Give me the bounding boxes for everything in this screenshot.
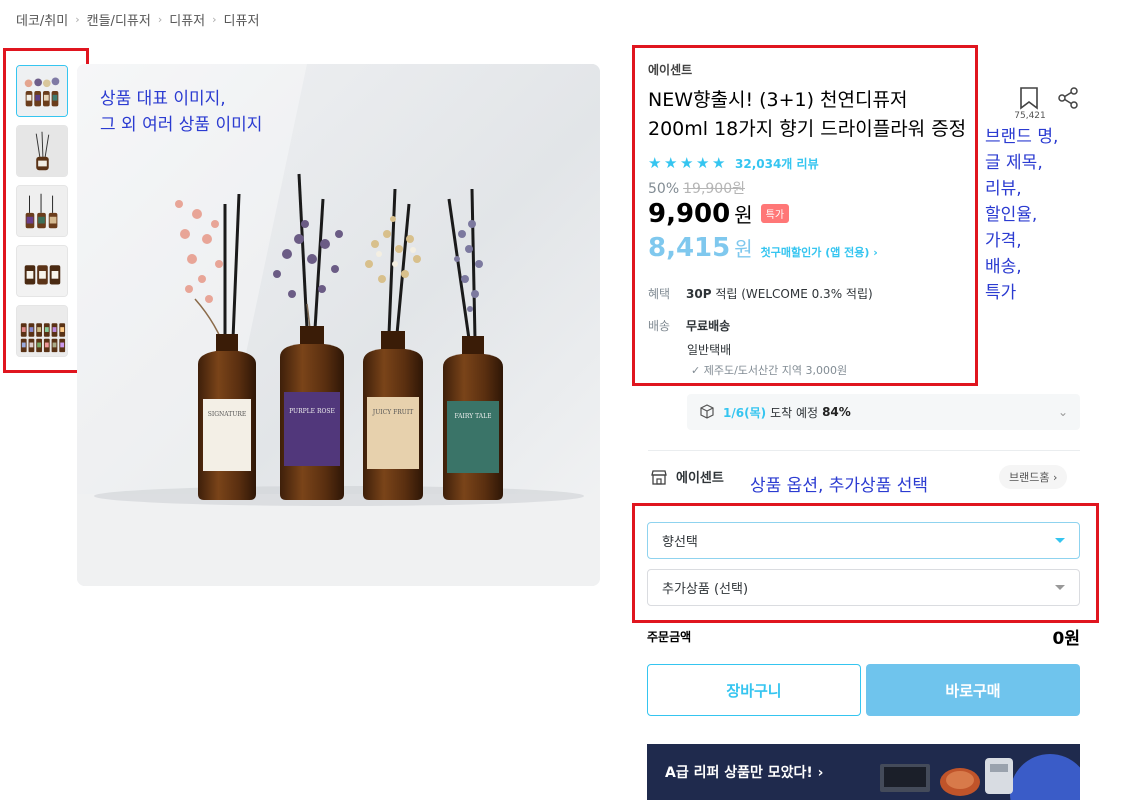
store-name: 에이센트 [676,471,724,486]
share-icon[interactable] [1056,86,1080,114]
chevron-right-icon: › [212,13,217,26]
bottle-label-4: FAIRY TALE [455,413,492,420]
promo-banner[interactable]: A급 리퍼 상품만 모았다! › [647,744,1080,800]
order-amount-label: 주문금액 [647,630,692,644]
delivery-estimate[interactable]: 1/6(목) 도착 예정 84% ⌄ [687,394,1080,430]
annotation-line: 상품 대표 이미지, [100,89,226,109]
delivery-percent: 84% [822,405,851,419]
bottle-label-1: SIGNATURE [208,411,246,418]
breadcrumb-item[interactable]: 디퓨저 [169,10,205,29]
annotation-line: 글 제목, [985,153,1043,173]
highlight-box-info [632,45,978,386]
annotation-images: 상품 대표 이미지, 그 외 여러 상품 이미지 [100,86,262,138]
annotation-line: 브랜드 명, [985,127,1059,147]
add-to-cart-button[interactable]: 장바구니 [647,664,861,716]
bottle-label-2: PURPLE ROSE [289,408,335,415]
chevron-right-icon: › [75,13,80,26]
breadcrumb-item[interactable]: 데코/취미 [16,10,68,29]
box-icon [700,404,714,419]
chevron-right-icon: › [157,13,163,26]
highlight-box-options [632,503,1099,623]
delivery-text: 도착 예정 [770,405,819,420]
annotation-info: 브랜드 명, 글 제목, 리뷰, 할인율, 가격, 배송, 특가 [985,124,1058,306]
promo-banner-text: A급 리퍼 상품만 모았다! › [665,765,824,781]
store-link[interactable]: 에이센트 [650,467,724,486]
annotation-line: 리뷰, [985,179,1022,199]
product-main-image: SIGNATURE PURPLE ROSE JUICY FRUIT FAIRY … [77,64,600,586]
divider [648,450,1080,451]
breadcrumb-item[interactable]: 캔들/디퓨저 [87,10,151,29]
brand-home-button[interactable]: 브랜드홈 › [999,465,1068,489]
annotation-line: 배송, [985,257,1022,277]
annotation-line: 특가 [985,283,1017,303]
buy-now-button[interactable]: 바로구매 [866,664,1080,716]
annotation-line: 가격, [985,231,1022,251]
annotation-line: 그 외 여러 상품 이미지 [100,115,263,135]
store-icon [651,469,667,485]
breadcrumb: 데코/취미 › 캔들/디퓨저 › 디퓨저 › 디퓨저 [16,10,259,29]
promo-banner-graphic [880,754,1080,800]
delivery-date: 1/6(목) [723,405,767,420]
breadcrumb-item[interactable]: 디퓨저 [224,10,260,29]
annotation-options: 상품 옵션, 추가상품 선택 [750,476,929,496]
bookmark-count: 75,421 [1014,111,1046,121]
chevron-down-icon: ⌄ [1057,405,1068,419]
bottle-label-3: JUICY FRUIT [372,409,413,416]
order-amount-value: 0원 [1052,629,1080,649]
annotation-line: 할인율, [985,205,1038,225]
bookmark-icon[interactable] [1017,86,1041,114]
